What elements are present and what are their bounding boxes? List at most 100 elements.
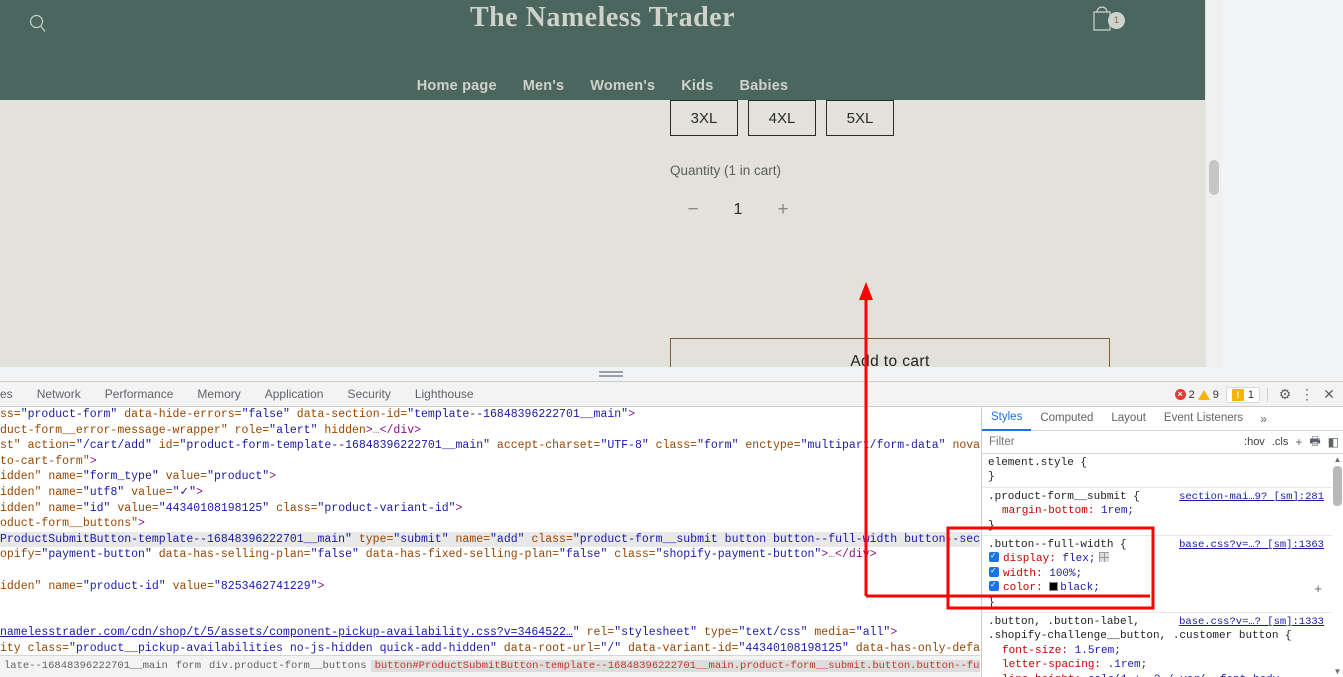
error-icon: × — [1174, 389, 1186, 400]
add-new-rule-icon[interactable]: + — [1314, 582, 1322, 597]
style-rule-close-brace: } — [988, 471, 995, 484]
dom-node[interactable]: idden" name="utf8" value="✓"> — [0, 485, 980, 501]
dom-node[interactable]: idden" name="id" value="44340108198125" … — [0, 501, 980, 517]
tab-performance[interactable]: Performance — [93, 382, 186, 407]
error-count: 2 — [1188, 388, 1195, 401]
dom-breadcrumb: late--16848396222701__main form div.produc… — [0, 655, 980, 676]
tab-lighthouse[interactable]: Lighthouse — [403, 382, 486, 407]
new-style-rule-icon[interactable]: 🖶 — [1309, 432, 1320, 453]
dom-node[interactable]: ss="product-form" data-hide-errors="fals… — [0, 407, 980, 423]
gear-icon[interactable]: ⚙ — [1275, 385, 1295, 405]
styles-scroll-up-icon[interactable]: ▲ — [1332, 454, 1343, 465]
styles-scrollbar[interactable]: ▲ ▼ — [1332, 454, 1343, 677]
size-option-3xl[interactable]: 3XL — [670, 100, 738, 136]
style-property[interactable]: display: flex; — [988, 550, 1332, 566]
size-option-5xl[interactable]: 5XL — [826, 100, 894, 136]
style-rule-close-brace: } — [988, 596, 995, 609]
styles-filter-input[interactable] — [982, 435, 1152, 449]
search-icon[interactable] — [26, 12, 50, 36]
dom-node[interactable] — [0, 594, 980, 610]
tab-sources[interactable]: ces — [0, 382, 25, 407]
color-swatch[interactable] — [1049, 582, 1059, 592]
style-property[interactable]: width: 100%; — [988, 565, 1332, 581]
nav-item-home-page[interactable]: Home page — [417, 78, 497, 94]
tab-layout[interactable]: Layout — [1102, 407, 1155, 430]
dom-node[interactable] — [0, 610, 980, 626]
nav-item-womens[interactable]: Women's — [590, 78, 655, 94]
chevron-double-right-icon[interactable]: » — [1252, 412, 1275, 426]
styles-scroll-down-icon[interactable]: ▼ — [1332, 666, 1343, 677]
cart-count-badge: 1 — [1108, 12, 1125, 29]
breadcrumb-item[interactable]: form — [172, 660, 205, 672]
style-rule-close-brace: } — [988, 519, 995, 532]
style-property-value: .1rem; — [1107, 659, 1148, 672]
nav-item-babies[interactable]: Babies — [739, 78, 788, 94]
flex-editor-icon[interactable] — [1099, 552, 1110, 563]
more-vertical-icon[interactable]: ⋮ — [1297, 385, 1317, 405]
product-form-area: 3XL 4XL 5XL Quantity (1 in cart) − + Add… — [0, 100, 1205, 381]
cls-toggle[interactable]: .cls — [1272, 436, 1289, 448]
breadcrumb-item[interactable]: button#ProductSubmitButton-template--168… — [370, 660, 980, 672]
property-enabled-checkbox[interactable] — [989, 565, 999, 579]
property-enabled-checkbox[interactable] — [989, 579, 999, 594]
styles-rules-list[interactable]: element.style {} section-mai…9? [sm]:281.… — [982, 454, 1332, 677]
tab-security[interactable]: Security — [335, 382, 402, 407]
dom-node[interactable]: oduct-form__buttons"> — [0, 516, 980, 532]
elements-dom-tree[interactable]: ss="product-form" data-hide-errors="fals… — [0, 407, 980, 656]
style-rule-source-link[interactable]: section-mai…9? [sm]:281 — [1179, 490, 1324, 504]
size-option-4xl[interactable]: 4XL — [748, 100, 816, 136]
issue-icon: ! — [1231, 388, 1244, 401]
dom-node-selected[interactable]: ProductSubmitButton-template--1684839622… — [0, 531, 980, 548]
style-property[interactable]: margin-bottom: 1rem; — [988, 504, 1332, 518]
property-enabled-checkbox[interactable] — [989, 550, 999, 565]
dom-node[interactable]: namelesstrader.com/cdn/shop/t/5/assets/c… — [0, 625, 980, 641]
styles-scrollbar-thumb[interactable] — [1333, 466, 1342, 506]
tab-network[interactable]: Network — [25, 382, 93, 407]
add-style-rule-icon[interactable]: + — [1295, 435, 1302, 449]
dom-node[interactable]: st" action="/cart/add" id="product-form-… — [0, 438, 980, 454]
quantity-decrease-button[interactable]: − — [670, 196, 716, 224]
hov-toggle[interactable]: :hov — [1244, 436, 1265, 448]
browser-page-viewport: 1 The Nameless Trader Home page Men's Wo… — [0, 0, 1222, 381]
style-property[interactable]: color: black; — [988, 579, 1332, 595]
tab-event-listeners[interactable]: Event Listeners — [1155, 407, 1252, 430]
page-vertical-scrollbar[interactable] — [1205, 0, 1222, 381]
style-rule[interactable]: element.style {} — [982, 454, 1332, 488]
site-header: 1 The Nameless Trader Home page Men's Wo… — [0, 0, 1205, 100]
quantity-input[interactable] — [716, 200, 760, 220]
dom-node[interactable]: opify="payment-button" data-has-selling-… — [0, 547, 980, 563]
tab-computed[interactable]: Computed — [1031, 407, 1102, 430]
tab-application[interactable]: Application — [253, 382, 336, 407]
dom-node[interactable]: idden" name="product-id" value="82534627… — [0, 579, 980, 595]
dom-node[interactable]: to-cart-form"> — [0, 454, 980, 470]
nav-item-kids[interactable]: Kids — [681, 78, 713, 94]
dom-node[interactable]: idden" name="form_type" value="product"> — [0, 469, 980, 485]
devtools-resize-handle[interactable] — [0, 367, 1222, 381]
issues-counter[interactable]: ! 1 — [1225, 386, 1260, 403]
dom-node[interactable] — [0, 563, 980, 579]
tab-memory[interactable]: Memory — [185, 382, 252, 407]
style-rule[interactable]: base.css?v=…? [sm]:1333 .button, .button-… — [982, 613, 1332, 677]
style-property[interactable]: font-size: 1.5rem; — [988, 644, 1332, 658]
dom-node[interactable]: ity class="product__pickup-availabilitie… — [0, 641, 980, 656]
style-property[interactable]: letter-spacing: .1rem; — [988, 658, 1332, 672]
styles-tabbar: Styles Computed Layout Event Listeners » — [982, 407, 1343, 431]
breadcrumb-item[interactable]: div.product-form__buttons — [205, 660, 371, 672]
quantity-increase-button[interactable]: + — [760, 196, 806, 224]
nav-item-mens[interactable]: Men's — [523, 78, 565, 94]
style-rule-source-link[interactable]: base.css?v=…? [sm]:1333 — [1179, 615, 1324, 629]
devtools-panel: ces Network Performance Memory Applicati… — [0, 367, 1343, 677]
breadcrumb-item[interactable]: late--16848396222701__main — [0, 660, 172, 672]
page-scrollbar-thumb[interactable] — [1209, 160, 1219, 195]
style-rule[interactable]: section-mai…9? [sm]:281 .product-form__su… — [982, 488, 1332, 537]
dom-node[interactable]: duct-form__error-message-wrapper" role="… — [0, 423, 980, 439]
devtools-status-tools: × 2 9 ! 1 ⚙ ⋮ ✕ — [1170, 382, 1339, 407]
error-warning-counter[interactable]: × 2 9 — [1170, 388, 1224, 402]
toggle-sidebar-icon[interactable]: ◧ — [1328, 435, 1339, 449]
close-icon[interactable]: ✕ — [1319, 385, 1339, 405]
tab-styles[interactable]: Styles — [982, 407, 1032, 431]
style-rule-source-link[interactable]: base.css?v=…? [sm]:1363 — [1179, 538, 1324, 552]
styles-sidebar: Styles Computed Layout Event Listeners »… — [981, 407, 1343, 677]
style-property[interactable]: line-height: calc(1 + .2 / var(--font-bo… — [988, 673, 1332, 677]
style-rule[interactable]: base.css?v=…? [sm]:1363 .button--full-wid… — [982, 536, 1332, 614]
